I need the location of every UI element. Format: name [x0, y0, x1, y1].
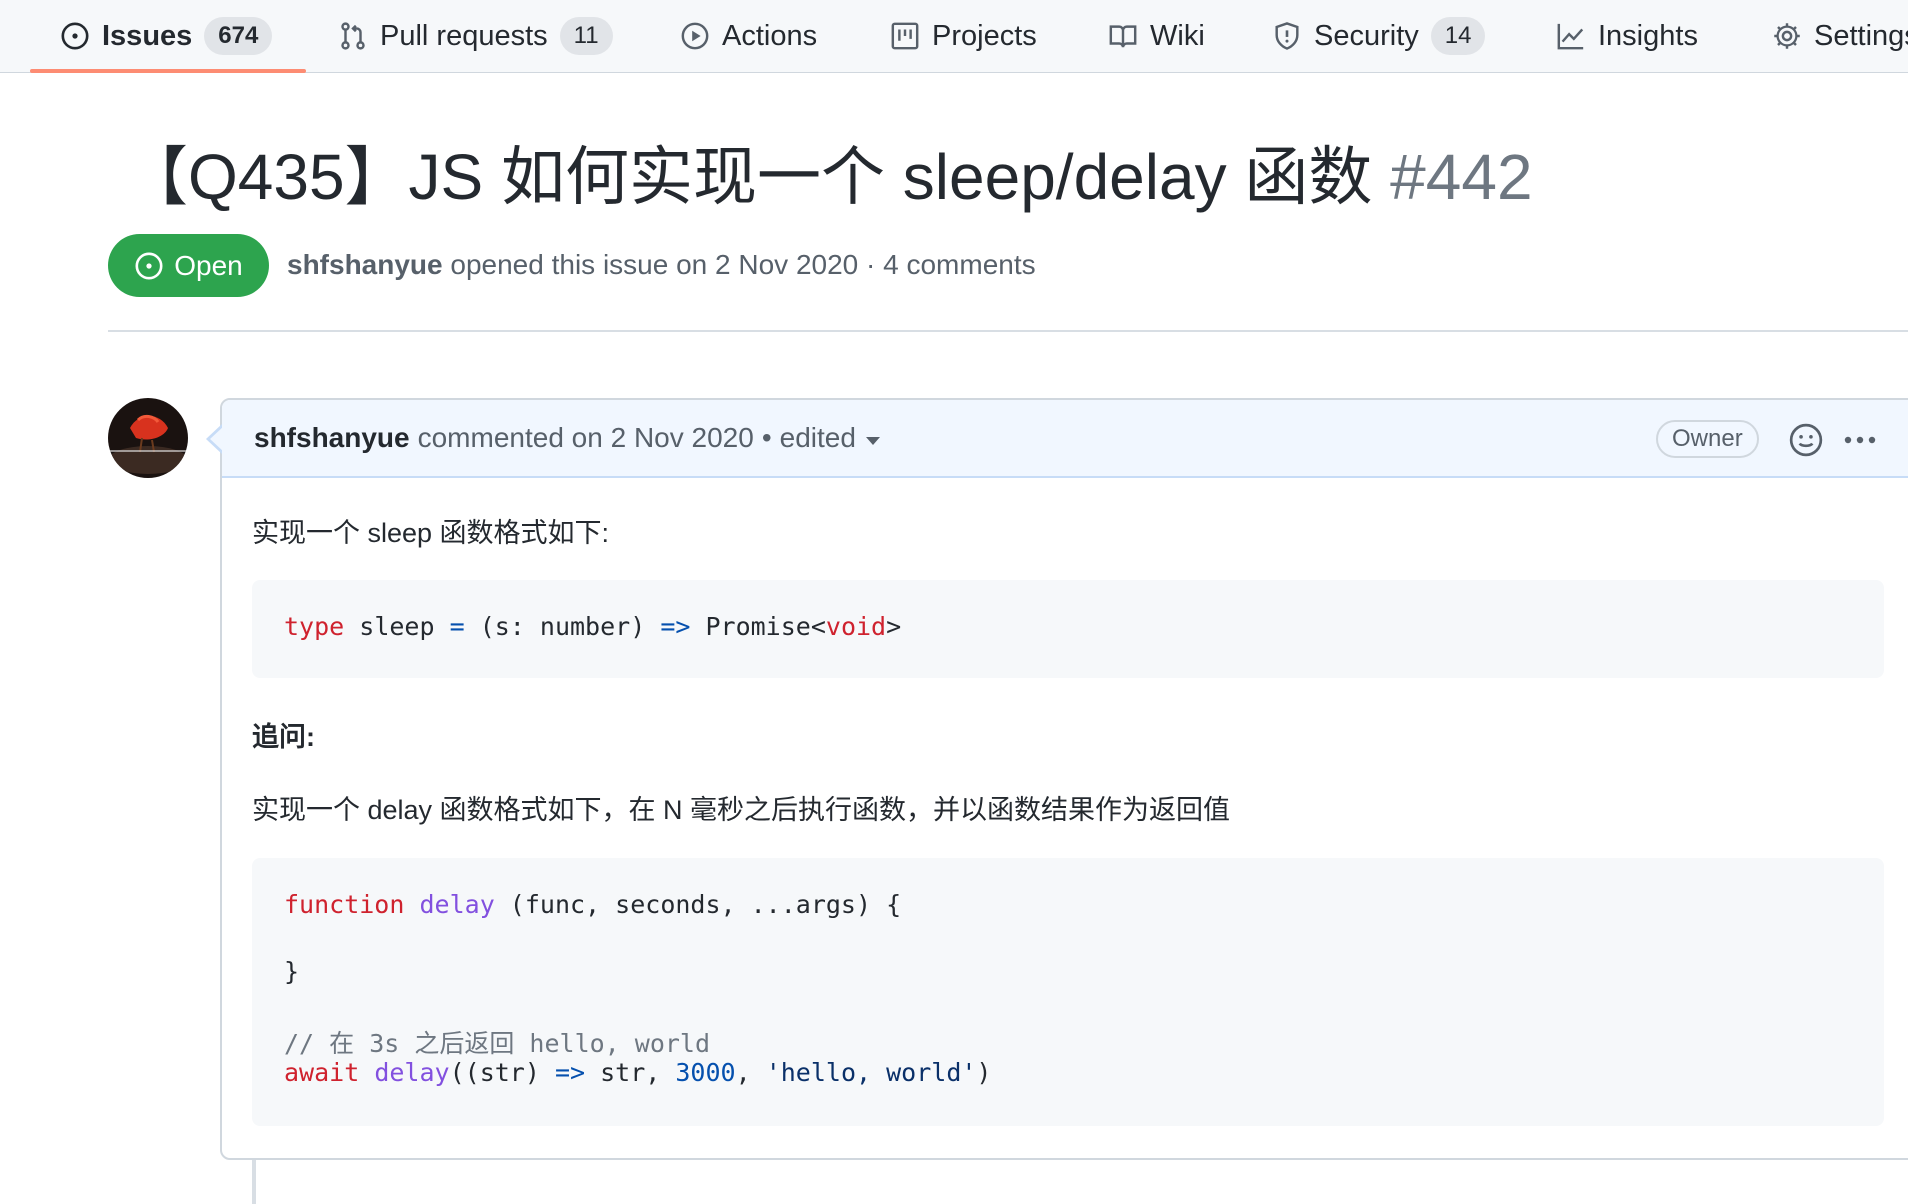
- edited-dropdown[interactable]: edited: [780, 422, 880, 454]
- issue-state-badge: Open: [108, 234, 269, 297]
- issue-state-label: Open: [174, 249, 243, 281]
- tab-insights[interactable]: Insights: [1556, 0, 1698, 72]
- tab-projects[interactable]: Projects: [890, 0, 1037, 72]
- header-divider: [108, 330, 1908, 332]
- code-line: function delay (func, seconds, ...args) …: [284, 890, 902, 919]
- issues-counter: 674: [204, 17, 273, 55]
- tab-label: Settings: [1814, 19, 1908, 52]
- tab-label: Security: [1314, 19, 1419, 52]
- comment-paragraph-1: 实现一个 sleep 函数格式如下:: [252, 518, 610, 548]
- avatar-image: [108, 398, 188, 478]
- code-comment-line: // 在 3s 之后返回 hello, world: [284, 1029, 711, 1058]
- kebab-horizontal-icon[interactable]: [1840, 424, 1880, 456]
- tab-label: Wiki: [1150, 19, 1205, 52]
- git-pull-request-icon: [341, 22, 365, 50]
- code-block-1: type sleep = (s: number) => Promise<void…: [252, 580, 1884, 678]
- tab-label: Projects: [932, 19, 1037, 52]
- shield-icon: [1275, 22, 1299, 50]
- followup-heading: 追问:: [252, 722, 315, 752]
- code-block-2: function delay (func, seconds, ...args) …: [252, 858, 1884, 1126]
- comment-header: shfshanyue commented on 2 Nov 2020 • edi…: [206, 400, 1908, 478]
- tab-settings[interactable]: Settings: [1772, 0, 1908, 72]
- avatar[interactable]: [108, 398, 188, 478]
- issue-title-text: 【Q435】JS 如何实现一个 sleep/delay 函数: [124, 141, 1373, 213]
- tab-wiki[interactable]: Wiki: [1108, 0, 1205, 72]
- code-line: type sleep = (s: number) => Promise<void…: [284, 612, 902, 641]
- tab-label: Pull requests: [380, 19, 548, 52]
- comment-paragraph-2: 实现一个 delay 函数格式如下，在 N 毫秒之后执行函数，并以函数结果作为返…: [252, 795, 1231, 825]
- project-icon: [891, 22, 919, 50]
- comment-separator: •: [761, 422, 772, 453]
- tab-label: Actions: [722, 19, 818, 52]
- gear-icon: [1774, 23, 1800, 49]
- issue-title: 【Q435】JS 如何实现一个 sleep/delay 函数 #442: [124, 136, 1533, 218]
- tab-security[interactable]: Security 14: [1272, 0, 1486, 72]
- issue-opened-icon: [135, 252, 163, 279]
- issue-meta: shfshanyue opened this issue on 2 Nov 20…: [287, 249, 1036, 281]
- issue-author-link[interactable]: shfshanyue: [287, 249, 443, 280]
- code-line: await delay((str) => str, 3000, 'hello, …: [284, 1058, 992, 1087]
- book-icon: [1109, 25, 1137, 48]
- comment-pointer-fill: [210, 426, 224, 452]
- edited-label: edited: [779, 422, 856, 453]
- comment-header-text: shfshanyue commented on 2 Nov 2020 • edi…: [254, 422, 880, 454]
- tab-issues[interactable]: Issues 674: [60, 0, 273, 72]
- tab-pull-requests[interactable]: Pull requests 11: [338, 0, 613, 72]
- play-icon: [681, 22, 709, 50]
- smiley-icon[interactable]: [1788, 422, 1824, 458]
- issue-opened-icon: [61, 22, 89, 50]
- code-line: }: [284, 957, 300, 986]
- chevron-down-icon: [865, 437, 880, 445]
- repo-nav: Issues 674 Pull requests 11 Actions Proj…: [0, 0, 1908, 73]
- timeline-connector: [252, 1160, 256, 1204]
- tab-label: Insights: [1598, 19, 1698, 52]
- graph-icon: [1557, 23, 1584, 50]
- pull-requests-counter: 11: [559, 17, 613, 55]
- owner-badge: Owner: [1656, 420, 1759, 458]
- comment-action-text[interactable]: commented on 2 Nov 2020: [418, 422, 754, 454]
- issue-meta-text: opened this issue on 2 Nov 2020 · 4 comm…: [450, 249, 1036, 280]
- comment-author-link[interactable]: shfshanyue: [254, 422, 410, 454]
- selected-tab-underline: [30, 69, 306, 73]
- issue-number: #442: [1390, 141, 1533, 213]
- tab-label: Issues: [102, 19, 193, 52]
- security-counter: 14: [1430, 17, 1486, 55]
- tab-actions[interactable]: Actions: [680, 0, 817, 72]
